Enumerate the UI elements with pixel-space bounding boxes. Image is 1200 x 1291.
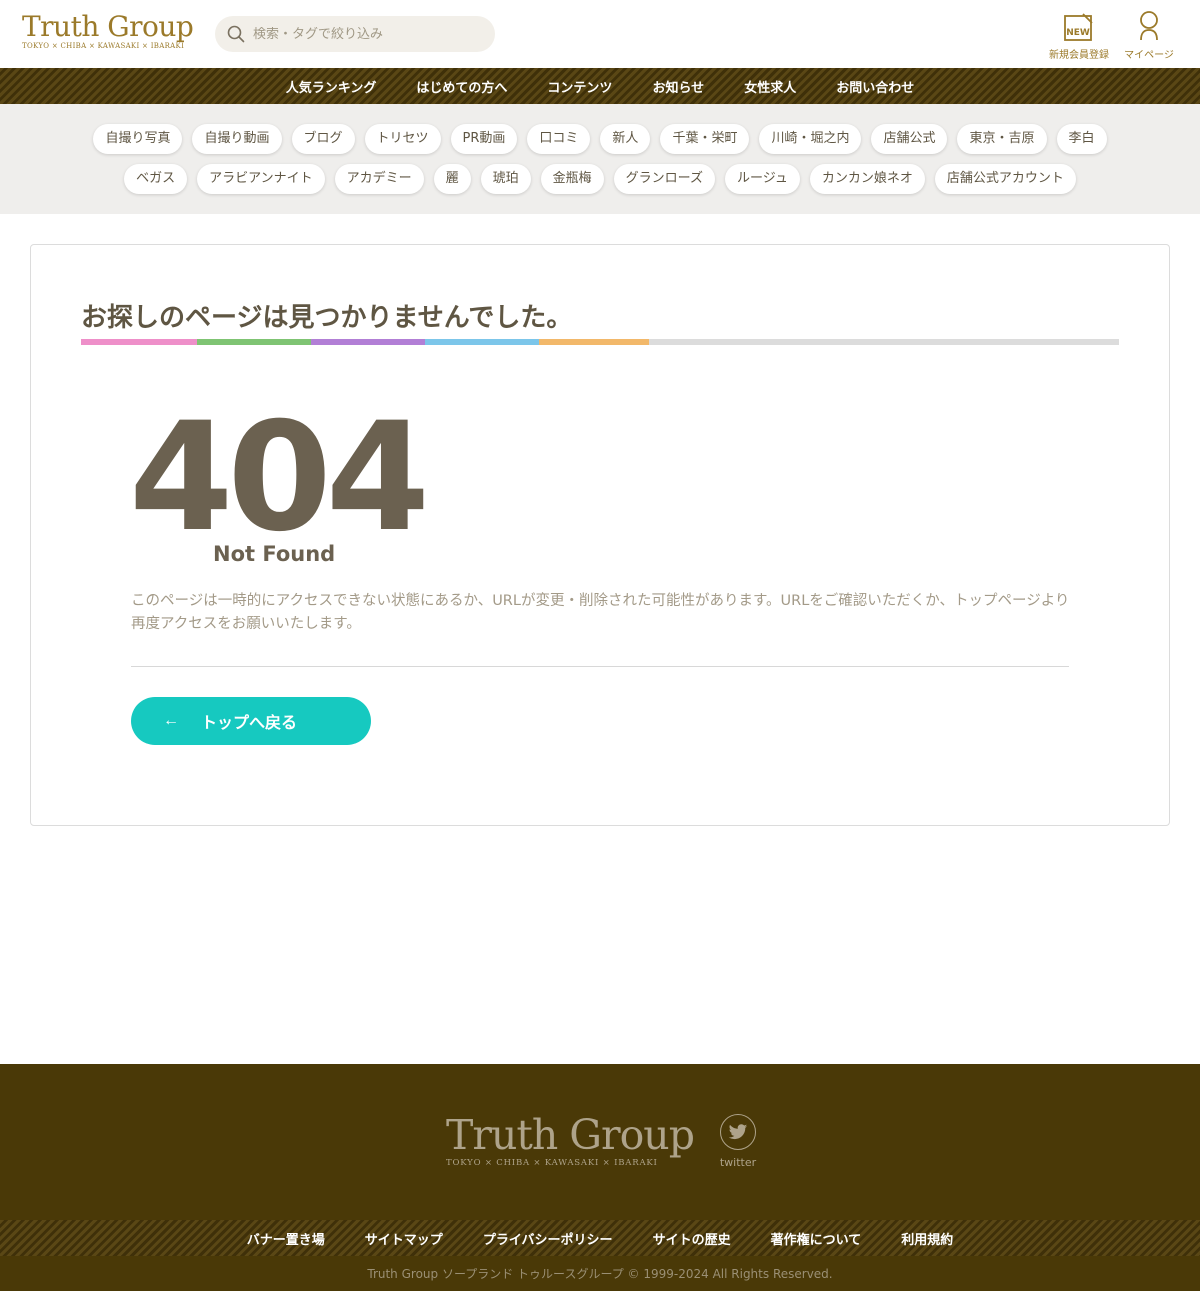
twitter-label: twitter — [719, 1156, 757, 1169]
copyright-text: Truth Group ソープランド トゥルースグループ © 1999-2024… — [367, 1267, 833, 1281]
twitter-link[interactable]: twitter — [718, 1114, 758, 1169]
content-divider — [131, 666, 1069, 667]
tag-chip[interactable]: グランローズ — [613, 164, 716, 194]
nav-ranking[interactable]: 人気ランキング — [286, 77, 377, 96]
tag-chip[interactable]: 店舗公式 — [871, 124, 948, 154]
tag-chip[interactable]: 店舗公式アカウント — [934, 164, 1076, 194]
footer-nav-privacy[interactable]: プライバシーポリシー — [483, 1229, 613, 1248]
nav-contents[interactable]: コンテンツ — [547, 77, 612, 96]
error-code-label: Not Found — [213, 542, 336, 566]
tag-chip[interactable]: 新人 — [600, 124, 651, 154]
search-box — [215, 16, 495, 52]
search-input[interactable] — [253, 26, 473, 42]
footer-nav-banner[interactable]: バナー置き場 — [247, 1229, 325, 1248]
tag-chip[interactable]: カンカン娘ネオ — [809, 164, 925, 194]
logo-text: Truth Group — [22, 10, 194, 43]
tag-chip[interactable]: 自撮り写真 — [93, 124, 183, 154]
tag-chip[interactable]: 東京・吉原 — [957, 124, 1047, 154]
tag-chip[interactable]: 千葉・栄町 — [660, 124, 750, 154]
site-footer: Truth Group TOKYO × CHIBA × KAWASAKI × I… — [0, 1064, 1200, 1291]
title-underline — [81, 339, 1119, 345]
site-header: Truth Group TOKYO × CHIBA × KAWASAKI × I… — [0, 0, 1200, 68]
nav-beginners[interactable]: はじめての方へ — [416, 77, 507, 96]
tag-chip[interactable]: アラビアンナイト — [197, 164, 325, 194]
footer-nav-history[interactable]: サイトの歴史 — [653, 1229, 731, 1248]
back-to-top-button[interactable]: ← トップへ戻る — [131, 697, 371, 745]
twitter-icon — [728, 1123, 748, 1139]
mypage-label: マイページ — [1124, 50, 1174, 61]
logo-subtitle: TOKYO × CHIBA × KAWASAKI × IBARAKI — [22, 42, 185, 50]
tag-chip[interactable]: トリセツ — [364, 124, 441, 154]
nav-recruit[interactable]: 女性求人 — [744, 77, 796, 96]
page-title: お探しのページは見つかりませんでした。 — [81, 303, 573, 333]
nav-news[interactable]: お知らせ — [652, 77, 704, 96]
title-bar-segment-blue — [425, 339, 539, 345]
user-icon — [1140, 11, 1158, 41]
footer-nav-terms[interactable]: 利用規約 — [901, 1229, 953, 1248]
nav-contact[interactable]: お問い合わせ — [836, 77, 914, 96]
tag-chip[interactable]: ブログ — [291, 124, 355, 154]
search-icon — [227, 25, 245, 43]
tag-chip[interactable]: 金瓶梅 — [540, 164, 604, 194]
register-button[interactable]: NEW 新規会員登録 — [1043, 8, 1115, 64]
title-bar-segment-pink — [81, 339, 197, 345]
tag-row-2: ベガス アラビアンナイト アカデミー 麗 琥珀 金瓶梅 グランローズ ルージュ … — [0, 164, 1200, 196]
footer-nav-copyright[interactable]: 著作権について — [771, 1229, 862, 1248]
tag-row-1: 自撮り写真 自撮り動画 ブログ トリセツ PR動画 口コミ 新人 千葉・栄町 川… — [0, 124, 1200, 156]
mypage-button[interactable]: マイページ — [1113, 8, 1185, 64]
footer-nav-sitemap[interactable]: サイトマップ — [365, 1229, 443, 1248]
tag-chip[interactable]: ルージュ — [725, 164, 800, 194]
main-nav: 人気ランキング はじめての方へ コンテンツ お知らせ 女性求人 お問い合わせ — [0, 68, 1200, 104]
tag-chip[interactable]: 李白 — [1056, 124, 1107, 154]
footer-nav: バナー置き場 サイトマップ プライバシーポリシー サイトの歴史 著作権について … — [0, 1220, 1200, 1256]
new-register-icon: NEW — [1064, 13, 1093, 41]
error-card: お探しのページは見つかりませんでした。 404 Not Found このページは… — [30, 244, 1170, 826]
tag-chip[interactable]: 川崎・堀之内 — [759, 124, 862, 154]
title-bar-segment-purple — [311, 339, 425, 345]
tag-bar: 自撮り写真 自撮り動画 ブログ トリセツ PR動画 口コミ 新人 千葉・栄町 川… — [0, 104, 1200, 214]
tag-chip[interactable]: ベガス — [124, 164, 188, 194]
register-label: 新規会員登録 — [1049, 50, 1109, 61]
tag-chip[interactable]: 口コミ — [527, 124, 591, 154]
tag-chip[interactable]: アカデミー — [334, 164, 424, 194]
tag-chip[interactable]: 自撮り動画 — [192, 124, 282, 154]
new-icon-text: NEW — [1066, 28, 1090, 38]
title-bar-segment-green — [197, 339, 311, 345]
site-logo[interactable]: Truth Group TOKYO × CHIBA × KAWASAKI × I… — [22, 10, 194, 56]
tag-chip[interactable]: 琥珀 — [480, 164, 531, 194]
title-bar-segment-orange — [539, 339, 649, 345]
footer-logo-text: Truth Group — [446, 1111, 695, 1159]
tag-chip[interactable]: PR動画 — [450, 124, 518, 154]
arrow-left-icon: ← — [163, 712, 179, 729]
footer-logo[interactable]: Truth Group TOKYO × CHIBA × KAWASAKI × I… — [446, 1110, 706, 1168]
tag-chip[interactable]: 麗 — [433, 164, 471, 194]
back-to-top-label: トップへ戻る — [201, 715, 298, 732]
error-code: 404 — [129, 391, 430, 565]
error-description: このページは一時的にアクセスできない状態にあるか、URLが変更・削除された可能性… — [131, 593, 1070, 632]
